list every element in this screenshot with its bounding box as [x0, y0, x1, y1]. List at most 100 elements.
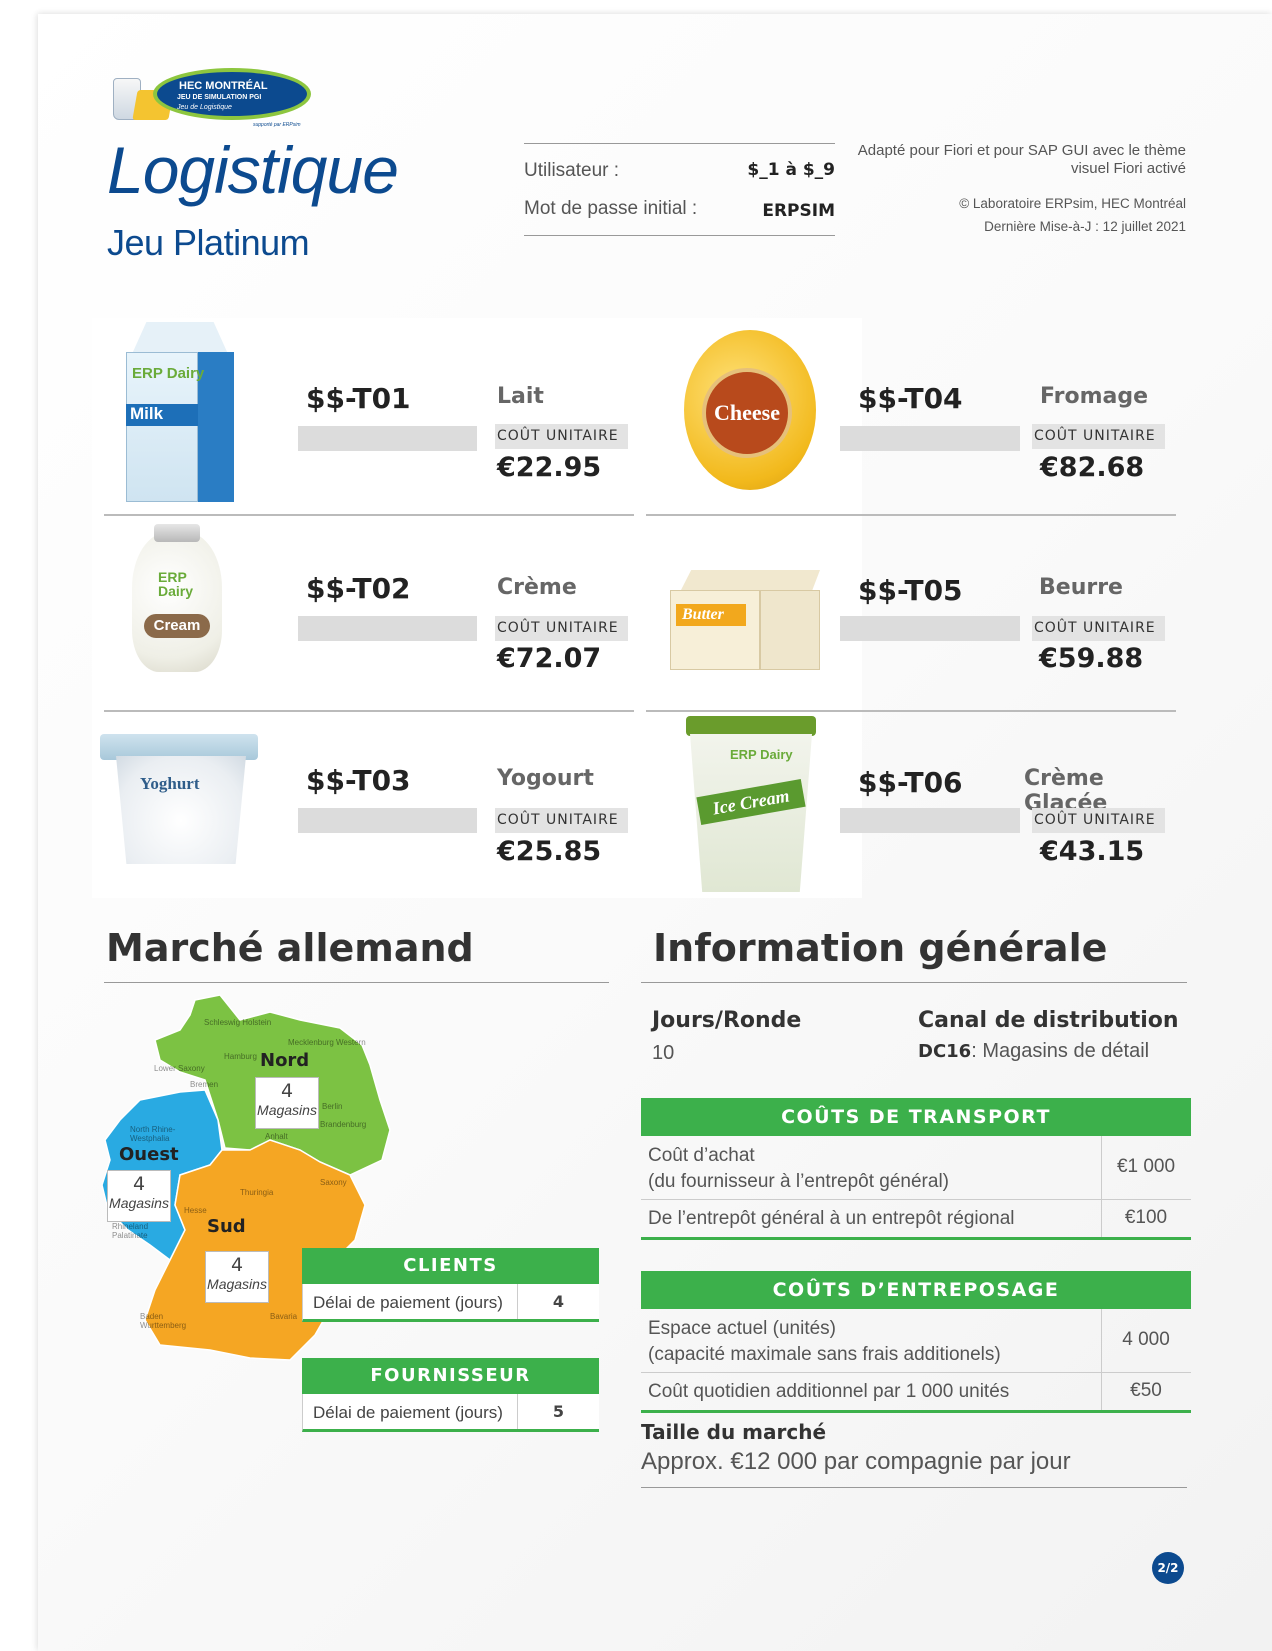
days-per-round-value: 10: [652, 1042, 675, 1064]
cream-label: Cream: [144, 614, 210, 638]
supplier-payment-value: 5: [552, 1402, 565, 1421]
transport-row-regional: De l’entrepôt général à un entrepôt régi…: [641, 1200, 1191, 1240]
state-label: Hamburg: [224, 1052, 257, 1061]
state-label: Anhalt: [265, 1132, 288, 1141]
unit-cost-label: COÛT UNITAIRE: [495, 424, 628, 449]
yoghurt-label: Yoghurt: [140, 774, 200, 793]
hec-montreal-logo: HEC MONTRÉAL JEU DE SIMULATION PGI Jeu d…: [113, 66, 313, 134]
supplier-table: FOURNISSEUR Délai de paiement (jours) 5: [302, 1358, 599, 1432]
storage-costs-title: COÛTS D’ENTREPOSAGE: [641, 1271, 1191, 1309]
state-label: Berlin: [322, 1102, 343, 1111]
general-info-heading-rule: [641, 982, 1187, 983]
password-value: ERPSIM: [762, 201, 835, 221]
market-size-value: Approx. €12 000 par compagnie par jour: [641, 1448, 1071, 1475]
password-label: Mot de passe initial :: [524, 198, 698, 219]
state-label: Baden Wurttemberg: [140, 1312, 187, 1330]
store-count-ouest: 4 Magasins: [107, 1170, 171, 1222]
user-value: $_1 à $_9: [747, 160, 835, 180]
row-label: Coût quotidien additionnel par 1 000 uni…: [648, 1381, 1010, 1402]
logo-line-1: HEC MONTRÉAL: [179, 80, 268, 92]
logo-line-2: JEU DE SIMULATION PGI: [177, 94, 262, 101]
storage-row-daily-cost: Coût quotidien additionnel par 1 000 uni…: [641, 1373, 1191, 1413]
market-size-rule: [641, 1487, 1187, 1488]
product-name: Lait: [497, 384, 544, 409]
product-name: Fromage: [1040, 384, 1149, 409]
cream-brand: ERP Dairy: [158, 569, 194, 599]
days-per-round-label: Jours/Ronde: [652, 1008, 802, 1033]
product-code: $$-T02: [306, 572, 411, 605]
update-note: Dernière Mise-à-J : 12 juillet 2021: [984, 219, 1186, 234]
product-code: $$-T04: [858, 382, 963, 415]
state-label: Saxony: [320, 1178, 347, 1187]
market-size-label: Taille du marché: [641, 1420, 827, 1444]
state-label: Hesse: [184, 1206, 207, 1215]
clients-payment-value: 4: [552, 1292, 565, 1311]
product-grid: ERP Dairy Milk $$-T01 Lait COÛT UNITAIRE…: [92, 318, 1176, 898]
product-name: Yogourt: [497, 766, 594, 791]
market-heading-rule: [104, 982, 609, 983]
butter-box-icon: Butter: [660, 520, 830, 700]
unit-cost-value: €43.15: [1040, 836, 1145, 867]
state-label: North Rhine-Westphalia: [130, 1125, 176, 1143]
product-name: Beurre: [1039, 575, 1123, 600]
state-label: Bremen: [190, 1080, 219, 1089]
product-card-t04: Cheese $$-T04 Fromage COÛT UNITAIRE €82.…: [632, 318, 1176, 516]
row-label: Coût d’achat: [648, 1145, 755, 1166]
unit-cost-value: €59.88: [1039, 643, 1144, 674]
logo-line-4: supporté par ERPsim: [253, 122, 301, 128]
product-input-bar: [298, 616, 477, 641]
yoghurt-cup-icon: Yoghurt: [100, 712, 270, 892]
user-label: Utilisateur :: [524, 160, 620, 181]
milk-carton-icon: ERP Dairy Milk: [108, 322, 278, 502]
general-info-heading: Information générale: [653, 926, 1108, 970]
distribution-channel-value: DC16: Magasins de détail: [918, 1040, 1149, 1063]
state-label: Thuringia: [240, 1188, 274, 1197]
product-code: $$-T03: [306, 764, 411, 797]
product-card-t01: ERP Dairy Milk $$-T01 Lait COÛT UNITAIRE…: [92, 318, 634, 516]
unit-cost-label: COÛT UNITAIRE: [495, 808, 628, 833]
page-subtitle: Jeu Platinum: [107, 222, 310, 263]
milk-label: Milk: [126, 404, 198, 426]
distribution-channel-label: Canal de distribution: [918, 1008, 1179, 1033]
product-input-bar: [840, 426, 1020, 451]
unit-cost-label: COÛT UNITAIRE: [1032, 616, 1165, 641]
copyright-note: © Laboratoire ERPsim, HEC Montréal: [959, 196, 1186, 211]
cheese-wheel-icon: Cheese: [674, 322, 844, 502]
store-count-label: Magasins: [207, 1276, 267, 1292]
product-card-t06: ERP Dairy Ice Cream $$-T06 Crème Glacée …: [632, 708, 1165, 898]
storage-row-capacity: Espace actuel (unités) (capacité maximal…: [641, 1309, 1191, 1373]
state-label: Mecklenburg Western: [288, 1038, 366, 1047]
product-name: Crème: [497, 575, 577, 600]
logo-line-3: Jeu de Logistique: [177, 104, 232, 111]
product-code: $$-T05: [858, 574, 963, 607]
supplier-payment-row: Délai de paiement (jours) 5: [302, 1394, 599, 1432]
transport-costs-title: COÛTS DE TRANSPORT: [641, 1098, 1191, 1136]
product-input-bar: [298, 426, 477, 451]
supplier-table-title: FOURNISSEUR: [302, 1358, 599, 1394]
store-count-nord: 4 Magasins: [255, 1077, 319, 1129]
store-count-sud: 4 Magasins: [205, 1251, 269, 1303]
unit-cost-value: €25.85: [497, 836, 602, 867]
milk-brand: ERP Dairy: [132, 365, 205, 382]
row-sublabel: (du fournisseur à l’entrepôt général): [648, 1171, 950, 1192]
market-heading: Marché allemand: [106, 926, 474, 970]
page-number-badge: 2/2: [1152, 1552, 1184, 1584]
page-title: Logistique: [107, 133, 399, 207]
region-label-ouest: Ouest: [119, 1144, 179, 1165]
cheese-label: Cheese: [702, 368, 792, 458]
product-input-bar: [298, 808, 477, 833]
row-label: De l’entrepôt général à un entrepôt régi…: [648, 1208, 1015, 1229]
storage-costs-table: COÛTS D’ENTREPOSAGE Espace actuel (unité…: [641, 1271, 1191, 1413]
clients-payment-row: Délai de paiement (jours) 4: [302, 1284, 599, 1322]
product-input-bar: [840, 808, 1020, 833]
transport-row-purchase: Coût d’achat (du fournisseur à l’entrepô…: [641, 1136, 1191, 1200]
region-label-nord: Nord: [260, 1050, 310, 1071]
product-code: $$-T01: [306, 382, 411, 415]
store-count-value: 4: [132, 1173, 146, 1195]
state-label: Brandenburg: [320, 1120, 367, 1129]
butter-label: Butter: [676, 604, 746, 626]
store-count-value: 4: [230, 1254, 244, 1276]
ice-cream-brand: ERP Dairy: [730, 747, 793, 762]
state-label: Schleswig Holstein: [204, 1018, 272, 1027]
row-label: Espace actuel (unités): [648, 1318, 836, 1339]
